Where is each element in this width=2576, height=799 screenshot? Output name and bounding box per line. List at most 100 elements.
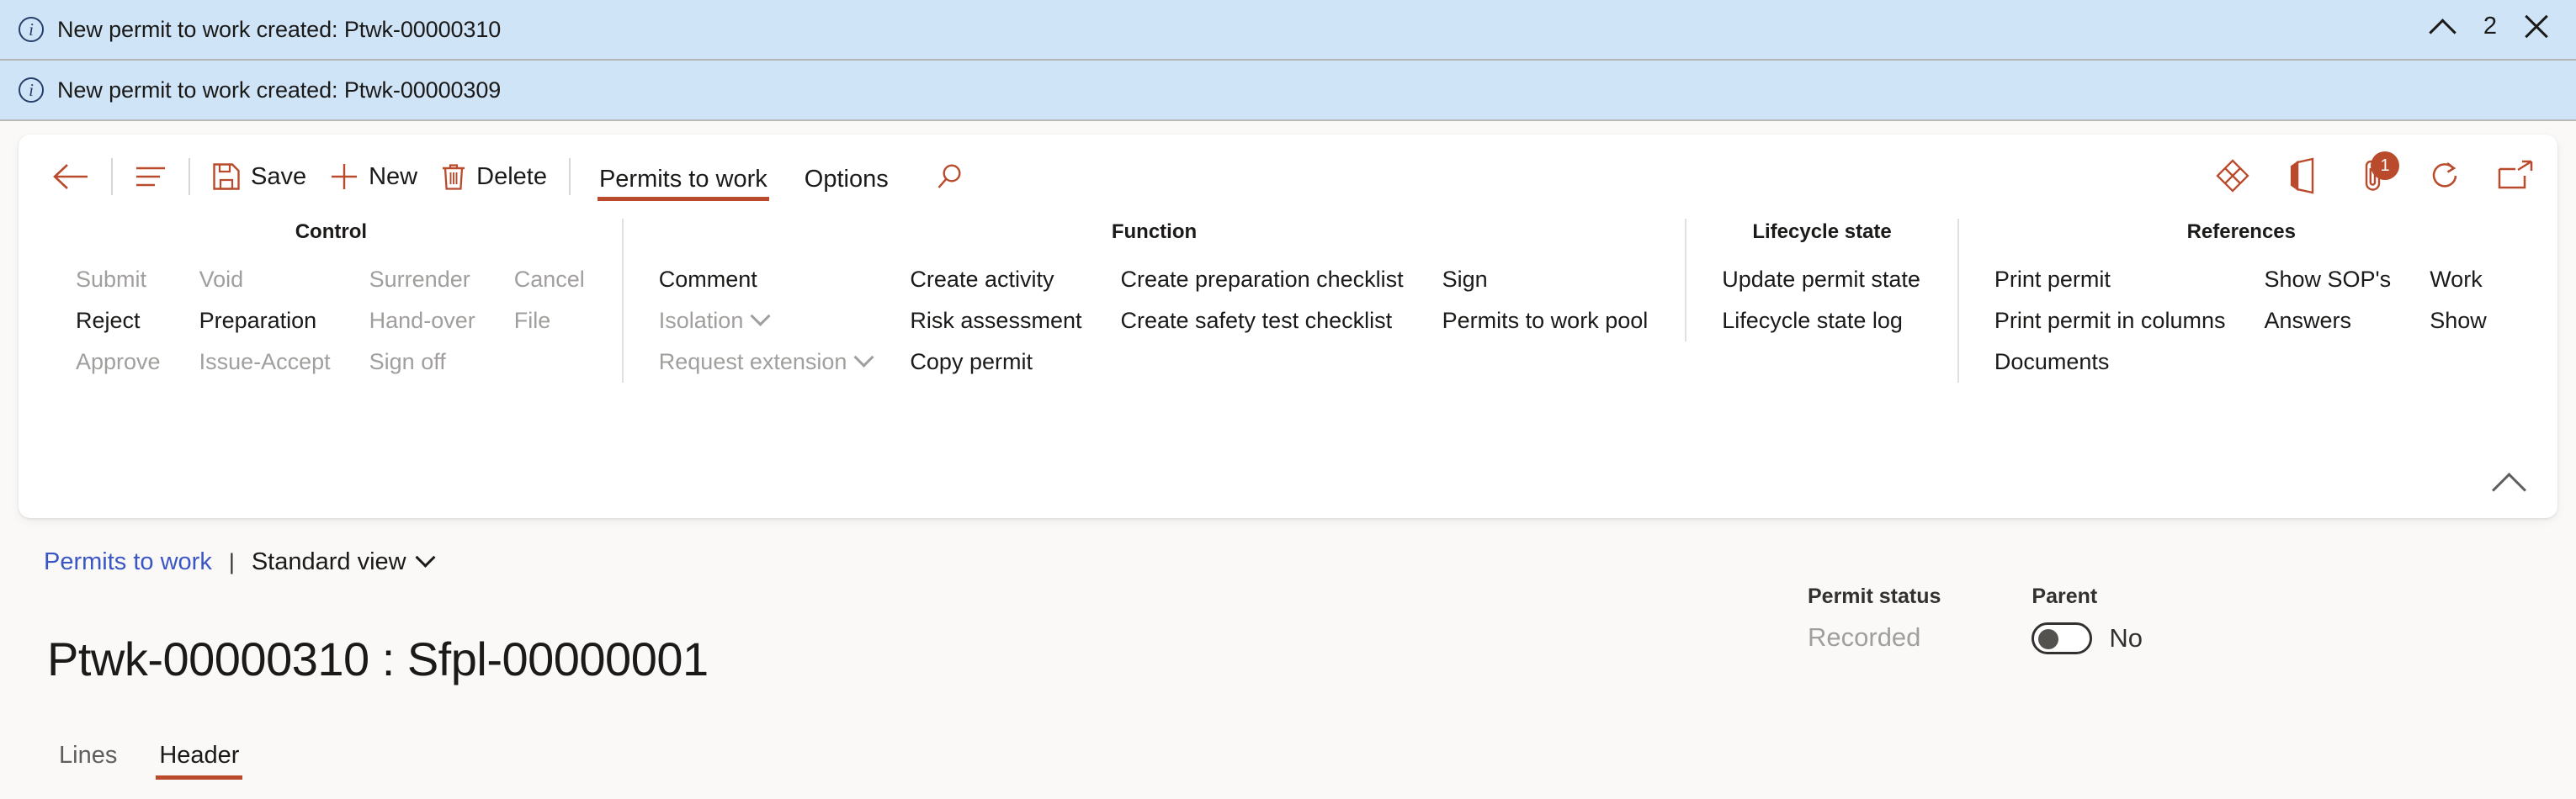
command-work[interactable]: Work xyxy=(2411,259,2507,300)
command-label: Risk assessment xyxy=(910,308,1082,333)
chevron-down-icon xyxy=(853,347,874,368)
toolbar-right-icons: 1 xyxy=(2214,151,2534,195)
group-column: Submit Reject Approve xyxy=(57,259,181,383)
command-create-activity[interactable]: Create activity xyxy=(891,259,1102,300)
command-comment[interactable]: Comment xyxy=(640,259,892,300)
permit-status-field: Permit status Recorded xyxy=(1808,585,1941,654)
attachment-icon[interactable]: 1 xyxy=(2356,151,2399,195)
group-title: Lifecycle state xyxy=(1752,220,1892,243)
command-sign-off[interactable]: Sign off xyxy=(351,341,496,383)
page-title: Ptwk-00000310 : Sfpl-00000001 xyxy=(47,632,709,685)
group-column: Surrender Hand-over Sign off xyxy=(351,259,496,383)
group-column: Cancel File xyxy=(496,259,605,383)
command-submit[interactable]: Submit xyxy=(57,259,181,300)
parent-field: Parent No xyxy=(2032,585,2143,654)
command-show[interactable]: Show xyxy=(2411,300,2507,341)
command-label: Show xyxy=(2430,308,2487,333)
show-hide-navigation-button[interactable] xyxy=(123,158,178,195)
command-label: Documents xyxy=(1994,349,2110,374)
command-label: Permits to work pool xyxy=(1442,308,1649,333)
command-label: Sign off xyxy=(369,349,446,374)
save-label: Save xyxy=(251,162,307,190)
command-label: Lifecycle state log xyxy=(1722,308,1903,333)
new-button[interactable]: New xyxy=(318,156,429,198)
back-button[interactable] xyxy=(40,156,101,198)
chevron-up-icon[interactable] xyxy=(2426,8,2462,44)
command-preparation[interactable]: Preparation xyxy=(181,300,351,341)
command-cancel[interactable]: Cancel xyxy=(496,259,605,300)
command-surrender[interactable]: Surrender xyxy=(351,259,496,300)
command-print-permit[interactable]: Print permit xyxy=(1976,259,2246,300)
command-label: File xyxy=(513,308,551,333)
command-update-permit-state[interactable]: Update permit state xyxy=(1703,259,1941,300)
command-group-lifecycle-state: Lifecycle state Update permit state Life… xyxy=(1685,219,1957,341)
notification-row: i New permit to work created: Ptwk-00000… xyxy=(0,0,2576,61)
command-lifecycle-state-log[interactable]: Lifecycle state log xyxy=(1703,300,1941,341)
parent-toggle[interactable] xyxy=(2032,622,2093,654)
command-label: Show SOP's xyxy=(2264,267,2392,292)
command-print-permit-in-columns[interactable]: Print permit in columns xyxy=(1976,300,2246,341)
command-isolation[interactable]: Isolation xyxy=(640,300,892,341)
back-arrow-icon xyxy=(52,162,89,191)
delete-label: Delete xyxy=(476,162,547,190)
page-tab-header[interactable]: Header xyxy=(147,737,251,783)
view-selector-label: Standard view xyxy=(251,548,406,575)
command-label: Cancel xyxy=(513,267,585,292)
command-create-preparation-checklist[interactable]: Create preparation checklist xyxy=(1102,259,1423,300)
open-in-new-window-icon[interactable] xyxy=(2497,156,2534,195)
command-answers[interactable]: Answers xyxy=(2245,300,2411,341)
chevron-down-icon xyxy=(415,547,436,568)
page-tab-lines[interactable]: Lines xyxy=(47,737,129,783)
command-hand-over[interactable]: Hand-over xyxy=(351,300,496,341)
command-reject[interactable]: Reject xyxy=(57,300,181,341)
command-label: Create activity xyxy=(910,267,1054,292)
command-label: Reject xyxy=(76,308,141,333)
info-icon: i xyxy=(19,17,44,42)
command-group-references: References Print permit Print permit in … xyxy=(1957,219,2524,383)
toolbar-divider xyxy=(189,158,190,195)
search-button[interactable] xyxy=(924,156,976,198)
command-risk-assessment[interactable]: Risk assessment xyxy=(891,300,1102,341)
command-groups: Control Submit Reject Approve Void Prepa… xyxy=(19,219,2557,471)
save-button[interactable]: Save xyxy=(200,156,318,198)
command-label: Isolation xyxy=(658,308,744,333)
breadcrumb-link[interactable]: Permits to work xyxy=(44,548,212,576)
command-documents[interactable]: Documents xyxy=(1976,341,2246,383)
command-show-sops[interactable]: Show SOP's xyxy=(2245,259,2411,300)
command-create-safety-test-checklist[interactable]: Create safety test checklist xyxy=(1102,300,1423,341)
group-column: Sign Permits to work pool xyxy=(1424,259,1669,383)
plus-icon xyxy=(330,162,359,191)
delete-button[interactable]: Delete xyxy=(429,156,559,198)
command-label: Answers xyxy=(2264,308,2351,333)
page-header: Ptwk-00000310 : Sfpl-00000001 Permit sta… xyxy=(0,576,2576,717)
tab-permits-to-work[interactable]: Permits to work xyxy=(586,151,781,203)
command-label: Hand-over xyxy=(369,308,475,333)
notification-text: New permit to work created: Ptwk-0000031… xyxy=(57,16,502,42)
dynamics-365-icon[interactable] xyxy=(2214,156,2251,195)
group-column: Update permit state Lifecycle state log xyxy=(1703,259,1941,341)
permit-status-label: Permit status xyxy=(1808,585,1941,608)
page-tab-label: Header xyxy=(159,741,240,769)
tab-options[interactable]: Options xyxy=(791,151,902,203)
close-icon[interactable] xyxy=(2519,8,2554,44)
office-apps-icon[interactable] xyxy=(2285,156,2322,195)
notification-text: New permit to work created: Ptwk-0000030… xyxy=(57,77,502,103)
refresh-icon[interactable] xyxy=(2426,156,2463,195)
command-void[interactable]: Void xyxy=(181,259,351,300)
command-label: Request extension xyxy=(658,349,847,374)
command-label: Void xyxy=(199,267,244,292)
permit-status-value: Recorded xyxy=(1808,622,1921,652)
new-label: New xyxy=(369,162,418,190)
command-request-extension[interactable]: Request extension xyxy=(640,341,892,383)
view-selector[interactable]: Standard view xyxy=(251,547,436,576)
command-sign[interactable]: Sign xyxy=(1424,259,1669,300)
command-permits-to-work-pool[interactable]: Permits to work pool xyxy=(1424,300,1669,341)
show-hide-navigation-icon xyxy=(135,165,167,188)
notification-bar: i New permit to work created: Ptwk-00000… xyxy=(0,0,2576,121)
command-approve[interactable]: Approve xyxy=(57,341,181,383)
command-copy-permit[interactable]: Copy permit xyxy=(891,341,1102,383)
command-file[interactable]: File xyxy=(496,300,605,341)
search-icon xyxy=(936,162,964,191)
chevron-up-icon[interactable] xyxy=(2487,466,2532,503)
command-issue-accept[interactable]: Issue-Accept xyxy=(181,341,351,383)
